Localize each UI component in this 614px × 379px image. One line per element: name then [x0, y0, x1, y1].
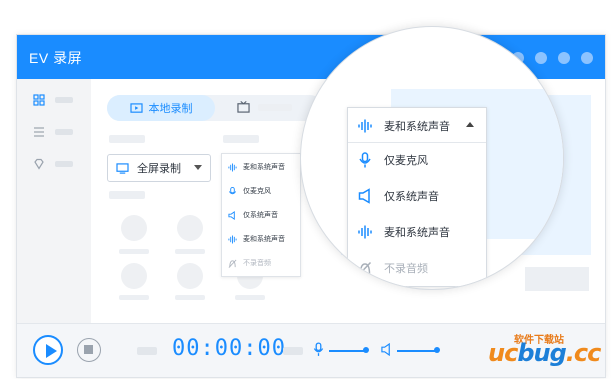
mode-heading-placeholder: [109, 135, 145, 143]
muted-icon: [228, 259, 237, 268]
small-menu-item-label: 麦和系统声音: [243, 236, 285, 243]
option-circle-3[interactable]: [121, 263, 147, 289]
preview-button-placeholder[interactable]: [525, 267, 589, 291]
chevron-down-icon: [194, 165, 202, 170]
speaker-icon: [228, 210, 235, 220]
option-circle-2[interactable]: [177, 215, 203, 241]
small-menu-item-mic-and-system-2[interactable]: 麦和系统声音: [228, 234, 285, 244]
option-circle-4[interactable]: [177, 263, 203, 289]
window-dot-4[interactable]: [535, 52, 547, 64]
sidebar-item-home[interactable]: [33, 93, 83, 107]
tab-live[interactable]: [237, 101, 292, 113]
small-menu-item-mic-and-system[interactable]: 麦和系统声音: [228, 162, 285, 172]
soundwave-icon: [228, 234, 237, 244]
soundwave-icon: [358, 225, 372, 239]
speaker-icon[interactable]: [381, 343, 392, 356]
sidebar-placeholder-3: [55, 161, 73, 167]
audio-heading-placeholder: [223, 135, 259, 143]
watermark-logo-b: bug: [517, 339, 566, 367]
small-menu-item-mic-only[interactable]: 仅麦克风: [228, 186, 271, 196]
option-circle-1[interactable]: [121, 215, 147, 241]
small-menu-item-label: 不录音频: [243, 260, 271, 267]
option-label-2: [175, 249, 205, 254]
mode-tabs: 本地录制: [107, 95, 323, 121]
option-label-4: [175, 295, 205, 300]
small-menu-item-label: 仅系统声音: [243, 212, 278, 219]
soundwave-icon: [228, 162, 237, 172]
option-label-3: [119, 295, 149, 300]
mic-volume-knob[interactable]: [363, 347, 369, 353]
system-volume-knob[interactable]: [434, 347, 440, 353]
tab-local-record[interactable]: 本地录制: [107, 95, 215, 121]
sidebar: [17, 79, 91, 323]
audio-selected-label: 麦和系统声音: [384, 121, 450, 133]
magnifier-overlay: 麦和系统声音 仅麦克风 仅系统声音 麦和系统声音 不录音频: [300, 26, 564, 290]
grid-icon: [33, 94, 45, 106]
small-menu-item-system-only[interactable]: 仅系统声音: [228, 210, 278, 220]
monitor-icon: [116, 162, 129, 174]
window-dot-6[interactable]: [581, 52, 593, 64]
mic-volume-slider[interactable]: [329, 350, 365, 352]
list-icon: [34, 127, 44, 137]
soundwave-icon: [358, 119, 372, 133]
option-heading-placeholder: [109, 191, 145, 199]
timer-label-placeholder: [137, 347, 157, 355]
window-dot-5[interactable]: [558, 52, 570, 64]
chevron-up-icon: [466, 122, 474, 127]
small-menu-item-no-audio[interactable]: 不录音频: [228, 258, 271, 268]
small-menu-item-label: 麦和系统声音: [243, 164, 285, 171]
microphone-icon: [359, 152, 371, 168]
large-menu-item-system-only[interactable]: 仅系统声音: [358, 188, 439, 204]
system-volume-slider[interactable]: [397, 350, 435, 352]
tab-local-record-label: 本地录制: [148, 103, 193, 115]
watermark: 软件下载站 ucbug.cc: [488, 323, 612, 375]
option-label-1: [119, 249, 149, 254]
sidebar-placeholder-2: [55, 129, 73, 135]
audio-selected-value: 麦和系统声音: [358, 118, 450, 134]
tab-live-placeholder: [258, 103, 292, 111]
audio-dropdown-large: 麦和系统声音 仅麦克风 仅系统声音 麦和系统声音 不录音频: [347, 107, 487, 287]
audio-dropdown-header[interactable]: 麦和系统声音: [348, 108, 486, 143]
record-mode-select[interactable]: 全屏录制: [107, 154, 211, 182]
audio-dropdown-small: 麦和系统声音 仅麦克风 仅系统声音 麦和系统声音 不录音频: [221, 153, 301, 277]
record-mode-value: 全屏录制: [137, 163, 181, 175]
sidebar-item-list[interactable]: [33, 125, 83, 139]
play-button[interactable]: [33, 335, 63, 365]
watermark-logo-c: .cc: [565, 339, 602, 367]
large-menu-item-label: 不录音频: [384, 263, 428, 275]
volume-label-placeholder: [283, 347, 303, 355]
microphone-icon[interactable]: [313, 342, 324, 357]
muted-icon: [358, 261, 372, 275]
large-menu-item-label: 麦和系统声音: [384, 227, 450, 239]
screen-record-icon: [129, 102, 143, 113]
tv-icon: [237, 101, 250, 113]
app-title: EV 录屏: [29, 50, 83, 66]
recording-timer: 00:00:00: [172, 336, 286, 361]
small-menu-item-label: 仅麦克风: [243, 188, 271, 195]
option-label-5: [235, 295, 265, 300]
speaker-icon: [358, 188, 370, 204]
microphone-icon: [228, 186, 237, 194]
watermark-logo: ucbug.cc: [488, 339, 602, 367]
large-menu-item-no-audio[interactable]: 不录音频: [358, 260, 428, 276]
large-menu-item-mic-only[interactable]: 仅麦克风: [358, 152, 428, 168]
sidebar-placeholder-1: [55, 97, 73, 103]
gem-icon: [34, 158, 44, 170]
large-menu-item-label: 仅系统声音: [384, 191, 439, 203]
large-menu-item-mic-and-system[interactable]: 麦和系统声音: [358, 224, 450, 240]
sidebar-item-vip[interactable]: [33, 157, 83, 171]
stop-button[interactable]: [77, 338, 101, 362]
large-menu-item-label: 仅麦克风: [384, 155, 428, 167]
watermark-logo-a: uc: [488, 339, 518, 367]
